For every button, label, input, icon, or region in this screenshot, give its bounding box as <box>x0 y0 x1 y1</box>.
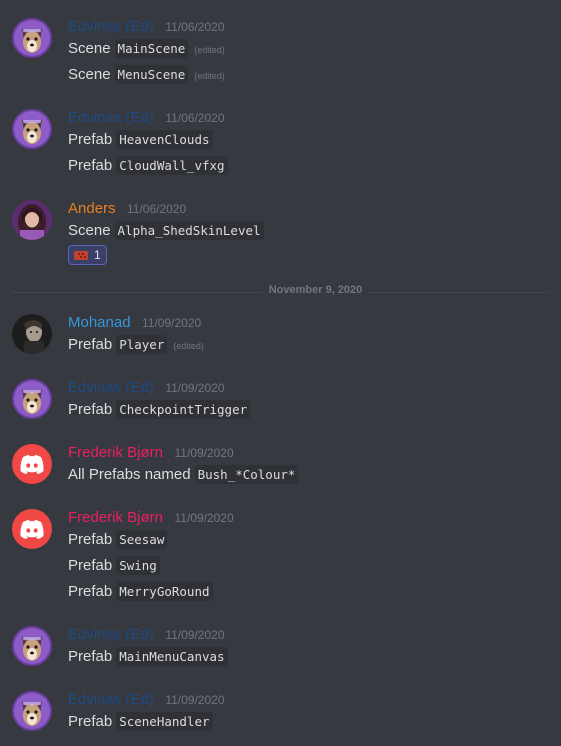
line-prefix: Prefab <box>68 583 113 600</box>
inline-code: Alpha_ShedSkinLevel <box>114 221 264 240</box>
discord-logo-icon[interactable] <box>12 509 52 549</box>
dog-avatar-icon[interactable] <box>12 626 52 666</box>
author-name[interactable]: Edvinas (Ed) <box>68 18 154 35</box>
message-line: Prefab SceneHandler <box>68 711 213 733</box>
inline-code: Swing <box>116 556 160 575</box>
timestamp[interactable]: 11/09/2020 <box>165 693 224 707</box>
edited-marker: (edited) <box>173 341 204 351</box>
message-header: Frederik Bjørn 11/09/2020 <box>68 442 234 464</box>
inline-code: MainScene <box>114 39 189 58</box>
message-header: Edvinas (Ed) 11/09/2020 <box>68 624 225 646</box>
portrait-avatar-icon[interactable] <box>12 314 52 354</box>
message-header: Edvinas (Ed) 11/06/2020 <box>68 16 225 38</box>
inline-code: CloudWall_vfxg <box>116 156 228 175</box>
message-header: Edvinas (Ed) 11/06/2020 <box>68 107 225 129</box>
timestamp[interactable]: 11/06/2020 <box>127 202 186 216</box>
reaction-button[interactable]: 1 <box>68 245 107 265</box>
author-name[interactable]: Frederik Bjørn <box>68 509 163 526</box>
message-line: All Prefabs named Bush_*Colour* <box>68 464 299 486</box>
message-line: Prefab MerryGoRound <box>68 581 213 603</box>
timestamp[interactable]: 11/09/2020 <box>174 446 233 460</box>
message-line: Scene Alpha_ShedSkinLevel <box>68 220 264 242</box>
edited-marker: (edited) <box>194 45 225 55</box>
author-name[interactable]: Anders <box>68 200 116 217</box>
line-prefix: Prefab <box>68 713 113 730</box>
line-prefix: Prefab <box>68 336 113 353</box>
dog-avatar-icon[interactable] <box>12 691 52 731</box>
date-divider-label: November 9, 2020 <box>262 284 369 296</box>
message-line: Scene MenuScene (edited) <box>68 64 225 86</box>
message-line: Prefab CloudWall_vfxg <box>68 155 228 177</box>
reaction-count: 1 <box>94 248 101 262</box>
dog-avatar-icon[interactable] <box>12 18 52 58</box>
message-line: Scene MainScene (edited) <box>68 38 225 60</box>
line-prefix: Prefab <box>68 157 113 174</box>
message-header: Edvinas (Ed) 11/09/2020 <box>68 689 225 711</box>
timestamp[interactable]: 11/09/2020 <box>142 316 201 330</box>
line-prefix: Prefab <box>68 401 113 418</box>
message-line: Prefab Player (edited) <box>68 334 204 356</box>
author-name[interactable]: Mohanad <box>68 314 131 331</box>
inline-code: HeavenClouds <box>116 130 213 149</box>
inline-code: Seesaw <box>116 530 168 549</box>
inline-code: CheckpointTrigger <box>116 400 251 419</box>
inline-code: SceneHandler <box>116 712 213 731</box>
dog-avatar-icon[interactable] <box>12 109 52 149</box>
line-prefix: Prefab <box>68 648 113 665</box>
line-prefix: Scene <box>68 66 111 83</box>
line-prefix: Prefab <box>68 557 113 574</box>
message-line: Prefab CheckpointTrigger <box>68 399 251 421</box>
message-line: Prefab Swing <box>68 555 160 577</box>
author-name[interactable]: Frederik Bjørn <box>68 444 163 461</box>
timestamp[interactable]: 11/09/2020 <box>165 381 224 395</box>
message-header: Mohanad 11/09/2020 <box>68 312 201 334</box>
line-prefix: All Prefabs named <box>68 466 191 483</box>
dog-avatar-icon[interactable] <box>12 379 52 419</box>
line-prefix: Scene <box>68 222 111 239</box>
inline-code: MenuScene <box>114 65 189 84</box>
inline-code: MerryGoRound <box>116 582 213 601</box>
message-line: Prefab MainMenuCanvas <box>68 646 228 668</box>
line-prefix: Prefab <box>68 531 113 548</box>
brick-emoji-icon <box>74 250 88 260</box>
message-header: Edvinas (Ed) 11/09/2020 <box>68 377 225 399</box>
edited-marker: (edited) <box>194 71 225 81</box>
person-avatar-icon[interactable] <box>12 200 52 240</box>
author-name[interactable]: Edvinas (Ed) <box>68 109 154 126</box>
message-header: Anders 11/06/2020 <box>68 198 186 220</box>
timestamp[interactable]: 11/06/2020 <box>165 20 224 34</box>
author-name[interactable]: Edvinas (Ed) <box>68 626 154 643</box>
message-line: Prefab Seesaw <box>68 529 168 551</box>
timestamp[interactable]: 11/09/2020 <box>174 511 233 525</box>
message-header: Frederik Bjørn 11/09/2020 <box>68 507 234 529</box>
author-name[interactable]: Edvinas (Ed) <box>68 691 154 708</box>
message-line: Prefab HeavenClouds <box>68 129 213 151</box>
inline-code: MainMenuCanvas <box>116 647 228 666</box>
discord-logo-icon[interactable] <box>12 444 52 484</box>
line-prefix: Prefab <box>68 131 113 148</box>
inline-code: Bush_*Colour* <box>194 465 299 484</box>
line-prefix: Scene <box>68 40 111 57</box>
date-divider: November 9, 2020 <box>0 284 561 296</box>
author-name[interactable]: Edvinas (Ed) <box>68 379 154 396</box>
inline-code: Player <box>116 335 168 354</box>
timestamp[interactable]: 11/09/2020 <box>165 628 224 642</box>
timestamp[interactable]: 11/06/2020 <box>165 111 224 125</box>
